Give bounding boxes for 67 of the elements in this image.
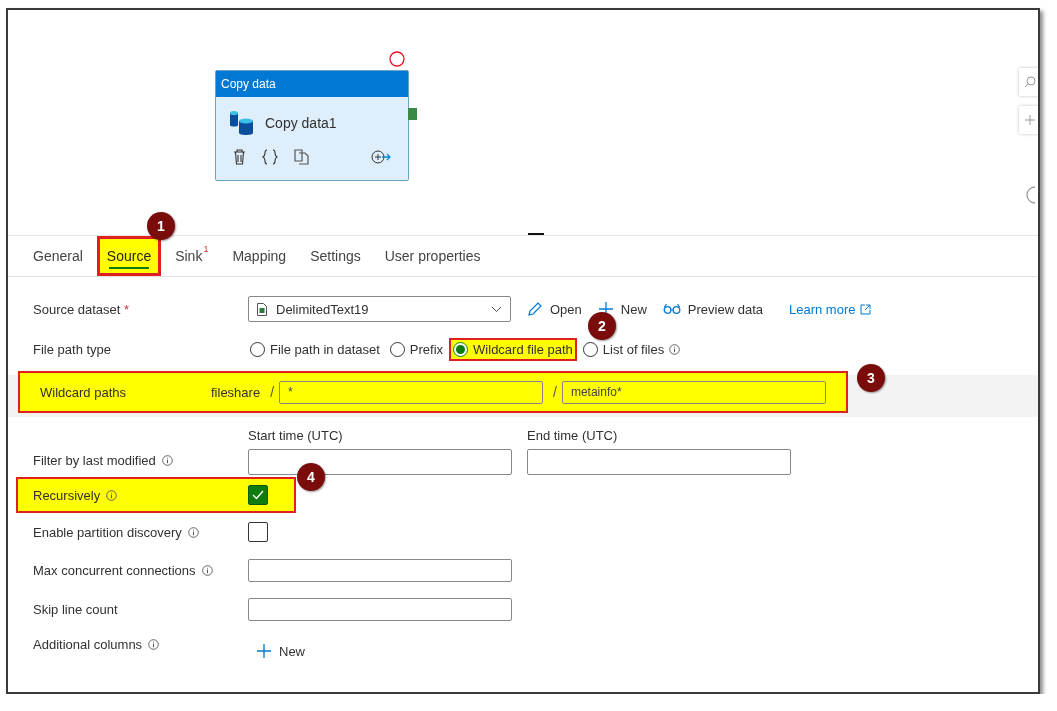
activity-name: Copy data1 [265, 115, 337, 131]
chevron-down-icon [491, 305, 502, 313]
trash-icon[interactable] [233, 149, 246, 165]
container-name: fileshare [211, 384, 261, 400]
activity-type: Copy data [216, 71, 408, 97]
column-label: Start time (UTC) [248, 427, 344, 443]
radio-option[interactable]: File path in dataset [246, 337, 384, 361]
search-button[interactable] [1019, 68, 1038, 96]
date-input[interactable] [527, 449, 791, 475]
number-input[interactable] [248, 558, 512, 582]
callout-badge: 3 [857, 364, 885, 392]
radio-option[interactable]: Wildcard file path [449, 337, 577, 361]
plus-icon [1024, 114, 1036, 126]
status-circle-icon [389, 51, 405, 67]
external-link-icon [860, 303, 872, 315]
number-input[interactable] [248, 597, 512, 621]
field-label: Recursively [33, 487, 248, 503]
tab[interactable]: Mapping [222, 236, 297, 276]
plus-icon [256, 643, 272, 659]
field-label: Additional columns [33, 637, 248, 652]
field-label: Wildcard paths [40, 384, 127, 400]
field-label: Max concurrent connections [33, 562, 248, 578]
tab[interactable]: User properties [374, 236, 491, 276]
info-icon [669, 343, 681, 355]
path-separator: / [270, 384, 275, 400]
pencil-icon [527, 301, 543, 317]
info-icon [106, 489, 118, 501]
info-icon [161, 454, 173, 466]
search-icon [1024, 76, 1036, 88]
tab[interactable]: Settings [300, 236, 371, 276]
copy-icon[interactable] [294, 149, 309, 165]
splitter-handle[interactable] [528, 233, 544, 235]
toolbar-button[interactable]: Open [527, 301, 582, 317]
field-label: File path type [33, 341, 113, 357]
checkbox[interactable] [248, 485, 268, 505]
braces-icon[interactable] [262, 149, 278, 165]
checkbox[interactable] [248, 522, 268, 542]
add-output-icon[interactable] [371, 150, 391, 164]
field-label: Enable partition discovery [33, 524, 248, 540]
activity-node[interactable]: Copy data Copy data1 [215, 70, 409, 181]
tab[interactable]: General [23, 236, 93, 276]
path-input[interactable]: metainfo* [561, 380, 826, 404]
info-icon [201, 564, 213, 576]
callout-badge: 4 [297, 463, 325, 491]
path-separator: / [553, 384, 557, 400]
info-icon [187, 526, 199, 538]
callout-badge: 1 [147, 212, 175, 240]
learn-more-link[interactable]: Learn more [789, 301, 872, 317]
add-column-button[interactable]: New [256, 643, 1038, 659]
database-icon [229, 109, 255, 137]
check-icon [252, 490, 264, 500]
callout-badge: 2 [588, 312, 616, 340]
file-icon [257, 302, 267, 316]
dataset-dropdown[interactable]: DelimitedText19 [248, 296, 511, 322]
radio-option[interactable]: Prefix [385, 337, 448, 361]
toolbar-button[interactable]: Preview data [662, 301, 763, 317]
tab[interactable]: Source [96, 236, 162, 276]
info-icon [148, 639, 160, 650]
field-label: Skip line count [33, 601, 119, 617]
column-label: End time (UTC) [527, 427, 619, 443]
zoom-slider-icon [1026, 186, 1036, 204]
field-label: Source dataset * [33, 301, 131, 317]
field-label: Filter by last modified [33, 452, 248, 468]
error-count: 1 [203, 244, 209, 254]
path-input[interactable]: * [279, 380, 544, 404]
radio-option[interactable]: List of files [578, 337, 685, 361]
glasses-icon [662, 303, 681, 315]
